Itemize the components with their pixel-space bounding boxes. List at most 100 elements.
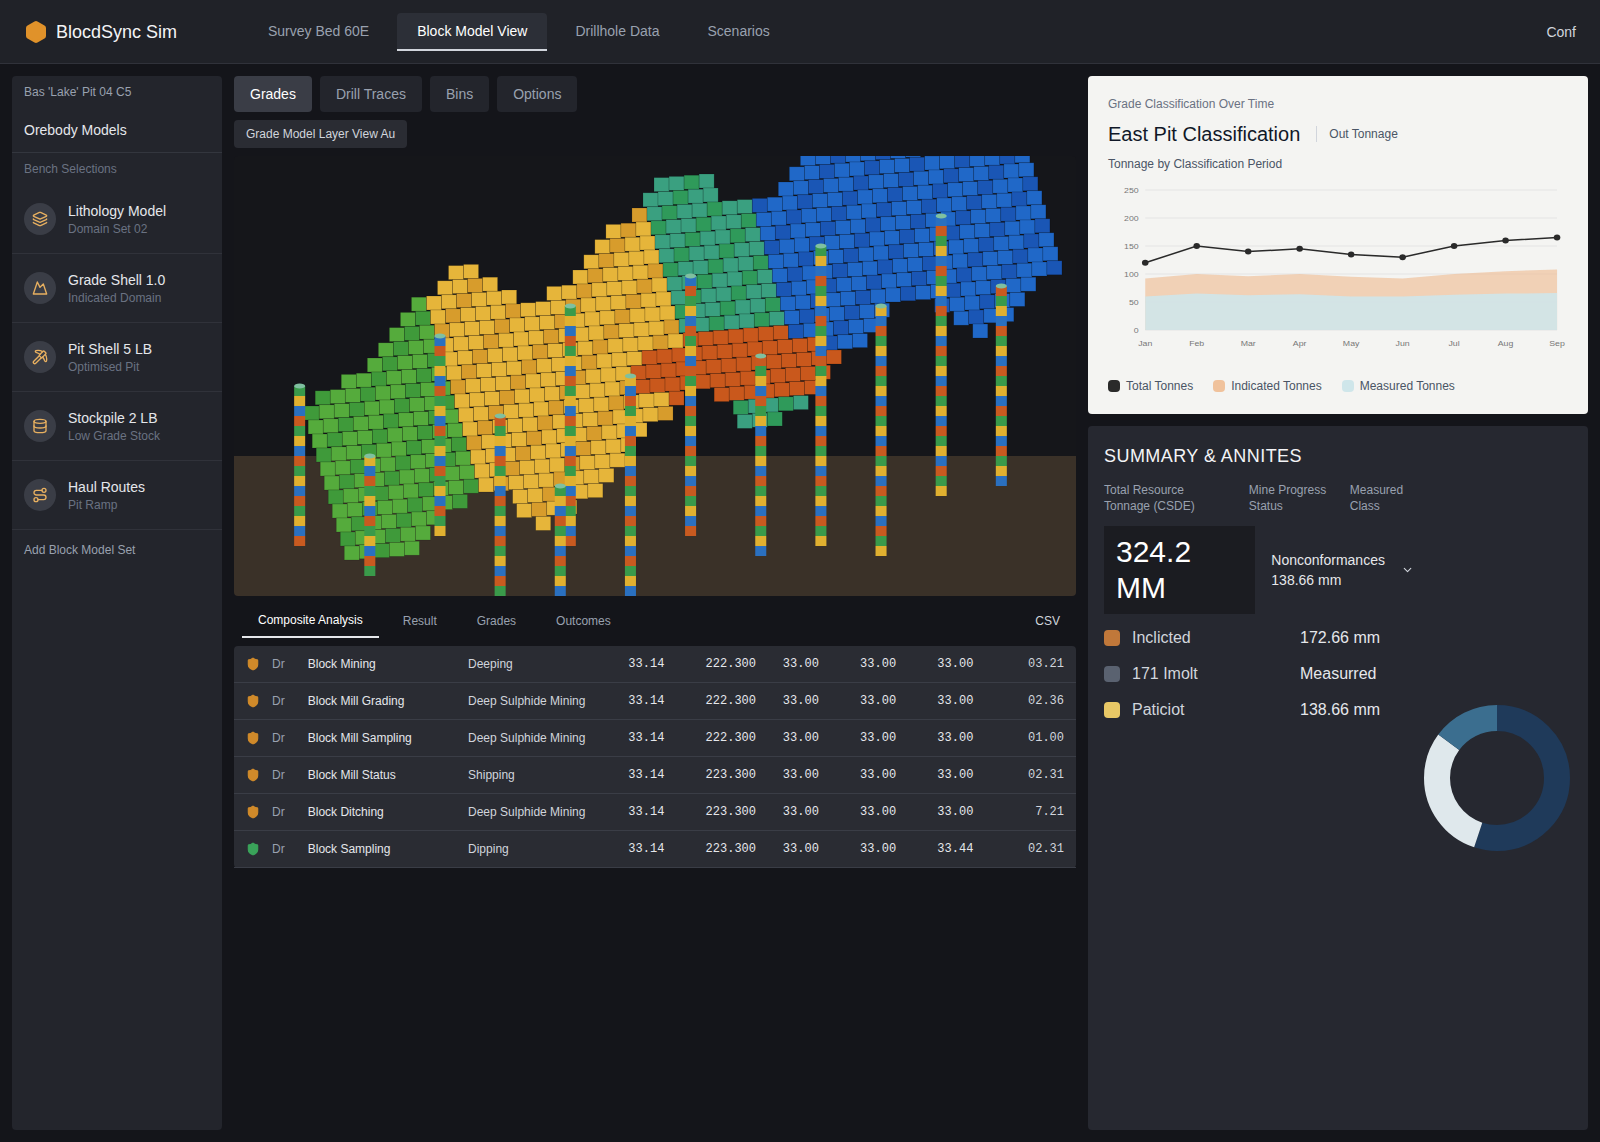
svg-text:Sep: Sep — [1549, 338, 1565, 348]
drillhole-icon[interactable] — [685, 274, 696, 537]
legend-swatch — [1342, 380, 1354, 392]
svg-text:0: 0 — [1134, 325, 1139, 335]
legend-swatch — [1108, 380, 1120, 392]
total-tonnage: 324.2 MM — [1104, 526, 1255, 614]
main-tab[interactable]: Survey Bed 60E — [248, 13, 389, 51]
svg-text:200: 200 — [1124, 213, 1139, 223]
view-tabs: GradesDrill TracesBinsOptions — [234, 76, 1076, 112]
svg-text:150: 150 — [1124, 241, 1139, 251]
sidebar-item[interactable]: Lithology ModelDomain Set 02 — [12, 185, 222, 254]
table-tab[interactable]: Composite Analysis — [242, 604, 379, 638]
chart-card: Grade Classification Over TimeEast Pit C… — [1088, 76, 1588, 414]
chart-card-title: East Pit Classification — [1108, 120, 1300, 148]
logo[interactable]: BlocdSync Sim — [24, 18, 224, 46]
table-row[interactable]: DrBlock DitchingDeep Sulphide Mining33.1… — [234, 794, 1076, 831]
main-area: Bas 'Lake' Pit 04 C5Orebody ModelsBench … — [0, 64, 1600, 1142]
csv-button[interactable]: CSV — [1027, 613, 1068, 629]
drillhole-icon[interactable] — [815, 244, 826, 547]
class-swatch — [1104, 630, 1120, 646]
drillhole-icon[interactable] — [565, 304, 576, 547]
sidebar-title: Orebody Models — [12, 108, 222, 153]
svg-text:50: 50 — [1129, 297, 1139, 307]
svg-text:May: May — [1343, 338, 1360, 348]
model-icon — [32, 349, 48, 365]
svg-text:100: 100 — [1124, 269, 1139, 279]
drillhole-icon[interactable] — [294, 384, 305, 547]
tonnage-chart: 0 50 100 150 200 250 Jan Feb Mar Apr May Jun Jul Aug S… — [1108, 180, 1568, 370]
table-row[interactable]: DrBlock Mill SamplingDeep Sulphide Minin… — [234, 720, 1076, 757]
center-panel: GradesDrill TracesBinsOptionsGrade Model… — [234, 76, 1076, 1130]
right-panel: Grade Classification Over TimeEast Pit C… — [1088, 76, 1588, 1130]
table-tab[interactable]: Result — [387, 605, 453, 637]
table-tabs: Composite AnalysisResultGradesOutcomes CS… — [234, 604, 1076, 638]
status-icon — [246, 805, 260, 819]
drillhole-icon[interactable] — [936, 214, 947, 497]
summary-row: Paticiot138.66 mm — [1104, 698, 1414, 722]
main-tab[interactable]: Block Model View — [397, 13, 547, 51]
chart-legend: Total TonnesIndicated TonnesMeasured Ton… — [1108, 378, 1568, 394]
main-tab[interactable]: Scenarios — [687, 13, 789, 51]
status-icon — [246, 768, 260, 782]
svg-text:Feb: Feb — [1189, 338, 1204, 348]
svg-text:Apr: Apr — [1293, 338, 1307, 348]
table-row[interactable]: DrBlock MiningDeeping33.14222.30033.0033… — [234, 646, 1076, 683]
class-donut-chart — [1422, 703, 1572, 853]
drillhole-icon[interactable] — [495, 414, 506, 597]
summary-row: Inclicted172.66 mm — [1104, 626, 1414, 650]
legend-swatch — [1213, 380, 1225, 392]
composite-table: DrBlock MiningDeeping33.14222.30033.0033… — [234, 646, 1076, 868]
model-icon — [32, 280, 48, 296]
view-tab[interactable]: Grades — [234, 76, 312, 112]
drillhole-icon[interactable] — [364, 454, 375, 577]
view-tab[interactable]: Options — [497, 76, 577, 112]
expand-icon[interactable] — [1401, 562, 1414, 578]
summary-row: 171 ImoltMeasurred — [1104, 662, 1414, 686]
status-icon — [246, 842, 260, 856]
drillhole-icon[interactable] — [625, 374, 636, 597]
svg-text:Mar: Mar — [1241, 338, 1256, 348]
status-icon — [246, 694, 260, 708]
drillhole-icon[interactable] — [434, 334, 445, 537]
table-tab[interactable]: Outcomes — [540, 605, 627, 637]
view-tab[interactable]: Drill Traces — [320, 76, 422, 112]
block-model-canvas[interactable] — [234, 156, 1076, 596]
model-icon — [32, 211, 48, 227]
logo-icon — [24, 20, 48, 44]
viewport-label: Grade Model Layer View Au — [234, 120, 407, 148]
main-tab[interactable]: Drillhole Data — [555, 13, 679, 51]
table-row[interactable]: DrBlock SamplingDipping33.14223.30033.00… — [234, 831, 1076, 868]
svg-text:Jun: Jun — [1396, 338, 1410, 348]
sidebar: Bas 'Lake' Pit 04 C5Orebody ModelsBench … — [12, 76, 222, 1130]
class-swatch — [1104, 666, 1120, 682]
main-tabs: Survey Bed 60EBlock Model ViewDrillhole … — [248, 13, 1522, 51]
svg-text:Jul: Jul — [1448, 338, 1459, 348]
sidebar-item[interactable]: Haul RoutesPit Ramp — [12, 461, 222, 530]
tonnage-badge[interactable]: Out Tonnage — [1316, 126, 1398, 142]
add-model-link[interactable]: Add Block Model Set — [12, 530, 222, 570]
model-icon — [32, 487, 48, 503]
class-swatch — [1104, 702, 1120, 718]
header-bar: BlocdSync Sim Survey Bed 60EBlock Model V… — [0, 0, 1600, 64]
view-tab[interactable]: Bins — [430, 76, 489, 112]
drillhole-icon[interactable] — [555, 484, 566, 597]
table-row[interactable]: DrBlock Mill StatusShipping33.14223.3003… — [234, 757, 1076, 794]
summary-panel: SUMMARY & ANNITESTotal Resource Tonnage … — [1088, 426, 1588, 1130]
table-row[interactable]: DrBlock Mill GradingDeep Sulphide Mining… — [234, 683, 1076, 720]
summary-title: SUMMARY & ANNITES — [1104, 442, 1414, 470]
drillhole-icon[interactable] — [755, 354, 766, 557]
app-window: BlocdSync Sim Survey Bed 60EBlock Model V… — [0, 0, 1600, 1142]
block-model-viewport[interactable] — [234, 156, 1076, 596]
status-icon — [246, 657, 260, 671]
status-icon — [246, 731, 260, 745]
corner-label[interactable]: Conf — [1546, 22, 1576, 42]
svg-text:Jan: Jan — [1138, 338, 1152, 348]
sidebar-item[interactable]: Grade Shell 1.0Indicated Domain — [12, 254, 222, 323]
table-tab[interactable]: Grades — [461, 605, 532, 637]
drillhole-icon[interactable] — [876, 304, 887, 557]
model-icon — [32, 418, 48, 434]
svg-text:250: 250 — [1124, 185, 1139, 195]
svg-text:Aug: Aug — [1498, 338, 1514, 348]
sidebar-item[interactable]: Stockpile 2 LBLow Grade Stock — [12, 392, 222, 461]
sidebar-item[interactable]: Pit Shell 5 LBOptimised Pit — [12, 323, 222, 392]
drillhole-icon[interactable] — [996, 284, 1007, 487]
